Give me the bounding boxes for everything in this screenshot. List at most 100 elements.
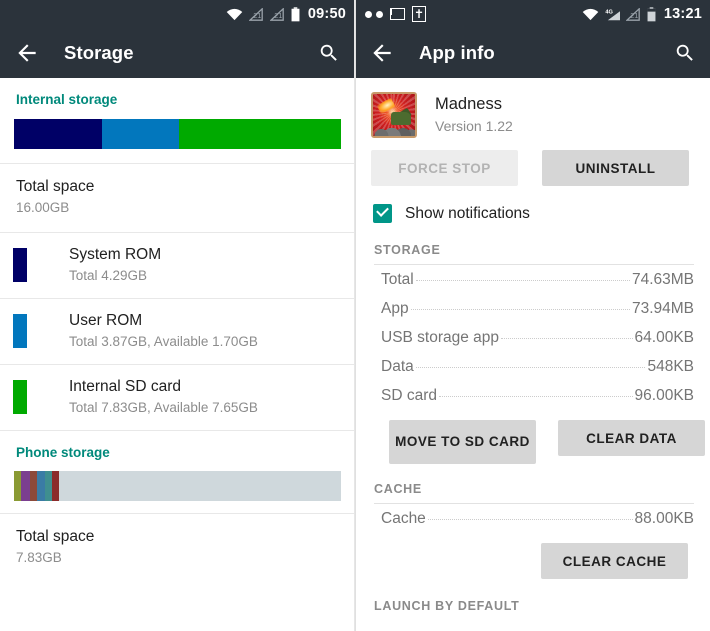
volume-color-swatch xyxy=(13,314,27,348)
phone-storage-bar-segment xyxy=(20,471,30,501)
signal-icon: 21 xyxy=(248,6,264,21)
volume-color-swatch xyxy=(13,380,27,414)
status-bar-left-indicators: 21 21 09:50 xyxy=(226,6,346,22)
search-icon[interactable] xyxy=(318,42,340,64)
volume-subtitle: Total 4.29GB xyxy=(69,268,148,283)
detail-key: Data xyxy=(381,358,414,375)
volume-list-item[interactable]: Internal SD card Total 7.83GB, Available … xyxy=(0,365,354,430)
internal-storage-bar xyxy=(14,119,341,149)
status-clock: 13:21 xyxy=(663,6,702,22)
volume-subtitle: Total 7.83GB, Available 7.65GB xyxy=(69,400,258,415)
svg-text:21: 21 xyxy=(253,10,261,19)
detail-value: 74.63MB xyxy=(631,271,694,288)
leader-line xyxy=(501,338,633,339)
volume-list: System ROM Total 4.29GB User ROM Total 3.87… xyxy=(0,233,354,431)
gmail-icon xyxy=(390,8,405,20)
detail-key: USB storage app xyxy=(381,329,500,346)
storage-detail-list: Total 74.63MB App 73.94MB USB storage app 64.… xyxy=(355,265,710,410)
storage-toolbar: Storage xyxy=(0,28,354,78)
wifi-icon xyxy=(226,8,243,21)
detail-value: 548KB xyxy=(647,358,694,375)
leader-line xyxy=(427,519,633,520)
detail-value: 73.94MB xyxy=(631,300,694,317)
cache-detail-row: Cache 88.00KB xyxy=(355,504,710,533)
app-version: Version 1.22 xyxy=(435,118,513,134)
madness-app-icon xyxy=(371,92,417,138)
phone-total-space-value: 7.83GB xyxy=(16,550,62,565)
dual-screenshot-composite: 21 21 09:50 Storage Internal storage Tot… xyxy=(0,0,710,631)
two-dots-icon xyxy=(365,10,383,18)
clear-data-button[interactable]: CLEAR DATA xyxy=(558,420,705,456)
detail-key: App xyxy=(381,300,409,317)
phone-storage-bar-wrap xyxy=(0,460,354,513)
search-icon[interactable] xyxy=(674,42,696,64)
storage-screen: 21 21 09:50 Storage Internal storage Tot… xyxy=(0,0,355,631)
phone-total-space-row: Total space 7.83GB xyxy=(0,514,354,582)
uninstall-button[interactable]: UNINSTALL xyxy=(542,150,689,186)
svg-text:4G: 4G xyxy=(605,9,613,15)
app-info-toolbar: App info xyxy=(355,28,710,78)
detail-key: Total xyxy=(381,271,414,288)
status-bar-left: 21 21 09:50 xyxy=(0,0,354,28)
volume-list-item[interactable]: System ROM Total 4.29GB xyxy=(0,233,354,298)
page-title: Storage xyxy=(64,42,134,63)
detail-value: 88.00KB xyxy=(634,510,694,527)
cache-category-header: CACHE xyxy=(374,482,422,496)
cache-detail-list: Cache 88.00KB xyxy=(355,504,710,533)
force-stop-button[interactable]: FORCE STOP xyxy=(371,150,518,186)
phone-storage-section-label: Phone storage xyxy=(16,445,110,460)
show-notifications-checkbox[interactable] xyxy=(373,204,392,223)
storage-bar-segment xyxy=(102,119,180,149)
storage-detail-row: USB storage app 64.00KB xyxy=(355,323,710,352)
volume-list-item[interactable]: User ROM Total 3.87GB, Available 1.70GB xyxy=(0,299,354,364)
bible-app-icon xyxy=(412,6,426,22)
volume-texts: Internal SD card Total 7.83GB, Available … xyxy=(69,377,258,417)
volume-color-swatch xyxy=(13,248,27,282)
app-action-buttons: FORCE STOP UNINSTALL xyxy=(355,150,710,186)
storage-buttons: MOVE TO SD CARD CLEAR DATA xyxy=(355,410,710,464)
back-arrow-icon[interactable] xyxy=(14,40,40,66)
storage-detail-row: Data 548KB xyxy=(355,352,710,381)
internal-storage-section-label: Internal storage xyxy=(16,92,118,107)
storage-bar-segment xyxy=(179,119,341,149)
move-to-sd-card-button[interactable]: MOVE TO SD CARD xyxy=(389,420,536,464)
phone-storage-bar-segment xyxy=(14,471,21,501)
panel-divider xyxy=(355,0,356,631)
volume-texts: User ROM Total 3.87GB, Available 1.70GB xyxy=(69,311,258,351)
storage-bar-segment xyxy=(14,119,103,149)
back-arrow-icon[interactable] xyxy=(369,40,395,66)
detail-key: SD card xyxy=(381,387,437,404)
storage-body: Internal storage Total space 16.00GB Sys… xyxy=(0,78,354,631)
phone-storage-bar xyxy=(14,471,341,501)
storage-detail-row: App 73.94MB xyxy=(355,294,710,323)
phone-storage-bar-segment xyxy=(30,471,37,501)
phone-total-space-label: Total space xyxy=(16,528,95,545)
volume-title: System ROM xyxy=(69,246,162,263)
storage-category-header: STORAGE xyxy=(374,243,441,257)
status-clock: 09:50 xyxy=(307,6,346,22)
leader-line xyxy=(439,396,633,397)
wifi-icon xyxy=(582,8,599,21)
phone-storage-bar-segment xyxy=(44,471,52,501)
show-notifications-row[interactable]: Show notifications xyxy=(355,186,710,223)
volume-title: User ROM xyxy=(69,312,143,329)
volume-title: Internal SD card xyxy=(69,378,181,395)
phone-storage-bar-segment xyxy=(51,471,59,501)
clear-cache-button[interactable]: CLEAR CACHE xyxy=(541,543,688,579)
page-title: App info xyxy=(419,42,495,63)
leader-line xyxy=(415,367,646,368)
storage-detail-row: SD card 96.00KB xyxy=(355,381,710,410)
app-meta: Madness Version 1.22 xyxy=(435,94,513,136)
status-bar-right-indicators: 4G 21 13:21 xyxy=(582,6,702,22)
volume-subtitle: Total 3.87GB, Available 1.70GB xyxy=(69,334,258,349)
battery-icon xyxy=(647,6,656,22)
detail-key: Cache xyxy=(381,510,426,527)
internal-total-space-value: 16.00GB xyxy=(16,200,70,215)
signal-icon: 21 xyxy=(269,6,285,21)
app-info-screen: 4G 21 13:21 xyxy=(355,0,710,631)
cache-buttons: CLEAR CACHE xyxy=(355,533,710,579)
leader-line xyxy=(415,280,630,281)
svg-text:21: 21 xyxy=(274,10,282,19)
internal-total-space-row: Total space 16.00GB xyxy=(0,164,354,232)
signal-icon: 21 xyxy=(625,6,641,21)
